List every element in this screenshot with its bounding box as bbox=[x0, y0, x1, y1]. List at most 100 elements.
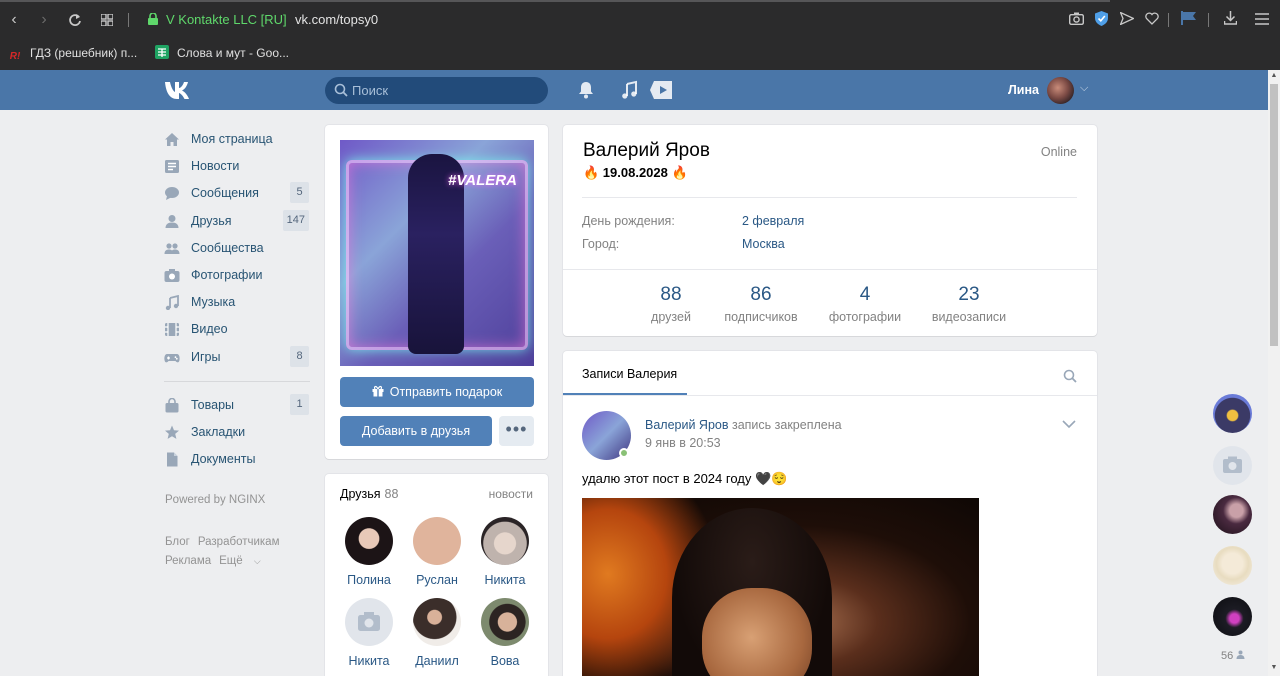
snapshot-icon[interactable] bbox=[1067, 11, 1085, 29]
friend-item[interactable]: Никита bbox=[475, 517, 535, 587]
info-value[interactable]: Москва bbox=[742, 237, 785, 251]
info-value[interactable]: 2 февраля bbox=[742, 214, 804, 228]
vk-flag-icon[interactable] bbox=[1180, 11, 1198, 29]
chevron-down-icon[interactable] bbox=[1062, 419, 1076, 429]
address-bar[interactable]: vk.com/topsy0 bbox=[295, 12, 378, 27]
play-video-icon[interactable] bbox=[650, 80, 674, 100]
avatar[interactable] bbox=[1213, 446, 1252, 485]
header-user-name[interactable]: Лина bbox=[1008, 83, 1039, 97]
scroll-down-icon[interactable]: ▼ bbox=[1270, 664, 1278, 674]
shield-icon[interactable] bbox=[1092, 11, 1110, 29]
footer-link-blog[interactable]: Блог bbox=[165, 536, 190, 548]
forward-icon[interactable]: › bbox=[33, 8, 55, 32]
stat-followers[interactable]: 86 подписчиков bbox=[715, 284, 807, 324]
chevron-down-icon[interactable]: ⌵ bbox=[1080, 82, 1088, 95]
bookmark-sheets[interactable]: Слова и мут - Goo... bbox=[155, 44, 289, 62]
footer-link-more[interactable]: Ещё ⌵ bbox=[219, 555, 269, 567]
bell-icon[interactable] bbox=[576, 80, 596, 100]
messages-icon bbox=[165, 187, 179, 201]
heart-icon[interactable] bbox=[1143, 11, 1161, 29]
avatar[interactable] bbox=[1213, 394, 1252, 433]
sidebar-item-label: Игры bbox=[191, 349, 221, 364]
scrollbar-thumb[interactable] bbox=[1270, 84, 1278, 346]
add-friend-button[interactable]: Добавить в друзья bbox=[340, 416, 492, 446]
reshak-icon: R! bbox=[9, 51, 21, 62]
footer-more-label: Ещё bbox=[219, 555, 243, 567]
stat-caption: видеозаписи bbox=[931, 310, 1007, 324]
stat-caption: подписчиков bbox=[724, 310, 798, 324]
site-identity[interactable]: V Kontakte LLC [RU] bbox=[166, 12, 287, 27]
video-icon bbox=[165, 323, 179, 337]
post-date[interactable]: 9 янв в 20:53 bbox=[645, 436, 721, 450]
reload-icon[interactable] bbox=[64, 8, 86, 32]
speed-dial-icon[interactable] bbox=[96, 8, 118, 32]
avatar[interactable] bbox=[1213, 495, 1252, 534]
more-actions-button[interactable]: ••• bbox=[499, 416, 534, 446]
avatar bbox=[481, 598, 529, 646]
footer-link-developers[interactable]: Разработчикам bbox=[198, 536, 280, 548]
scroll-up-icon[interactable]: ▲ bbox=[1270, 72, 1278, 82]
sidebar-item-video[interactable]: Видео bbox=[160, 316, 312, 343]
sidebar-item-friends[interactable]: Друзья 147 bbox=[160, 208, 312, 235]
bookmark-reshak[interactable]: R! ГДЗ (решебник) п... bbox=[8, 44, 137, 64]
sidebar-item-news[interactable]: Новости bbox=[160, 153, 312, 180]
back-icon[interactable]: ‹ bbox=[3, 8, 25, 32]
sidebar-item-documents[interactable]: Документы bbox=[160, 446, 312, 473]
sidebar-item-goods[interactable]: Товары 1 bbox=[160, 392, 312, 419]
bookmark-label: ГДЗ (решебник) п... bbox=[30, 46, 138, 60]
stat-number: 23 bbox=[958, 284, 980, 305]
friend-item[interactable]: Даниил bbox=[407, 598, 467, 668]
friend-item[interactable]: Никита bbox=[339, 598, 399, 668]
friends-header[interactable]: Друзья 88 bbox=[340, 487, 398, 501]
info-label: Город: bbox=[582, 237, 620, 251]
search-box[interactable] bbox=[325, 77, 548, 104]
divider bbox=[582, 197, 1077, 198]
online-count[interactable]: 56 bbox=[1221, 650, 1245, 662]
sidebar-item-messages[interactable]: Сообщения 5 bbox=[160, 180, 312, 207]
bookmarks-bar: R! ГДЗ (решебник) п... Слова и мут - Goo.… bbox=[0, 42, 1280, 64]
profile-status[interactable]: 🔥 19.08.2028 🔥 bbox=[583, 165, 688, 181]
music-note-icon[interactable] bbox=[620, 80, 640, 100]
tab-wall-posts[interactable]: Записи Валерия bbox=[582, 367, 677, 381]
post-text: удалю этот пост в 2024 году 🖤😌 bbox=[582, 471, 788, 486]
sidebar-item-games[interactable]: Игры 8 bbox=[160, 344, 312, 371]
music-icon bbox=[165, 295, 179, 311]
sidebar-item-music[interactable]: Музыка bbox=[160, 289, 312, 316]
sidebar-item-label: Музыка bbox=[191, 295, 236, 310]
post-image[interactable] bbox=[582, 498, 979, 676]
sidebar-item-bookmarks[interactable]: Закладки bbox=[160, 419, 312, 446]
avatar bbox=[345, 598, 393, 646]
image-face bbox=[702, 588, 812, 676]
stat-friends[interactable]: 88 друзей bbox=[643, 284, 699, 324]
avatar[interactable] bbox=[1213, 546, 1252, 585]
sidebar-item-label: Закладки bbox=[191, 424, 246, 439]
stat-videos[interactable]: 23 видеозаписи bbox=[923, 284, 1015, 324]
info-label: День рождения: bbox=[582, 214, 675, 228]
avatar[interactable] bbox=[1047, 77, 1074, 104]
footer-link-ads[interactable]: Реклама bbox=[165, 555, 211, 567]
friends-title: Друзья bbox=[340, 487, 381, 501]
stat-caption: друзей bbox=[651, 310, 691, 324]
download-icon[interactable] bbox=[1221, 11, 1239, 29]
post-author[interactable]: Валерий Яров bbox=[645, 418, 729, 432]
friends-news-link[interactable]: новости bbox=[489, 487, 533, 501]
profile-photo[interactable]: #VALERA bbox=[340, 140, 534, 366]
send-gift-button[interactable]: Отправить подарок bbox=[340, 377, 534, 407]
send-icon[interactable] bbox=[1118, 11, 1136, 29]
footer-links: Блог Разработчикам Реклама Ещё ⌵ bbox=[165, 533, 315, 571]
avatar[interactable] bbox=[1213, 597, 1252, 636]
menu-icon[interactable] bbox=[1253, 11, 1271, 29]
sidebar-item-label: Новости bbox=[191, 159, 240, 174]
lock-icon bbox=[148, 13, 158, 25]
sidebar-item-photos[interactable]: Фотографии bbox=[160, 262, 312, 289]
vk-logo[interactable] bbox=[164, 80, 197, 104]
search-input[interactable] bbox=[352, 77, 542, 104]
search-icon[interactable] bbox=[1063, 369, 1077, 383]
friend-item[interactable]: Полина bbox=[339, 517, 399, 587]
count-badge: 5 bbox=[290, 182, 309, 204]
friend-item[interactable]: Вова bbox=[475, 598, 535, 668]
friend-item[interactable]: Руслан bbox=[407, 517, 467, 587]
stat-photos[interactable]: 4 фотографии bbox=[825, 284, 905, 324]
sidebar-item-groups[interactable]: Сообщества bbox=[160, 235, 312, 262]
sidebar-item-my-page[interactable]: Моя страница bbox=[160, 126, 312, 153]
